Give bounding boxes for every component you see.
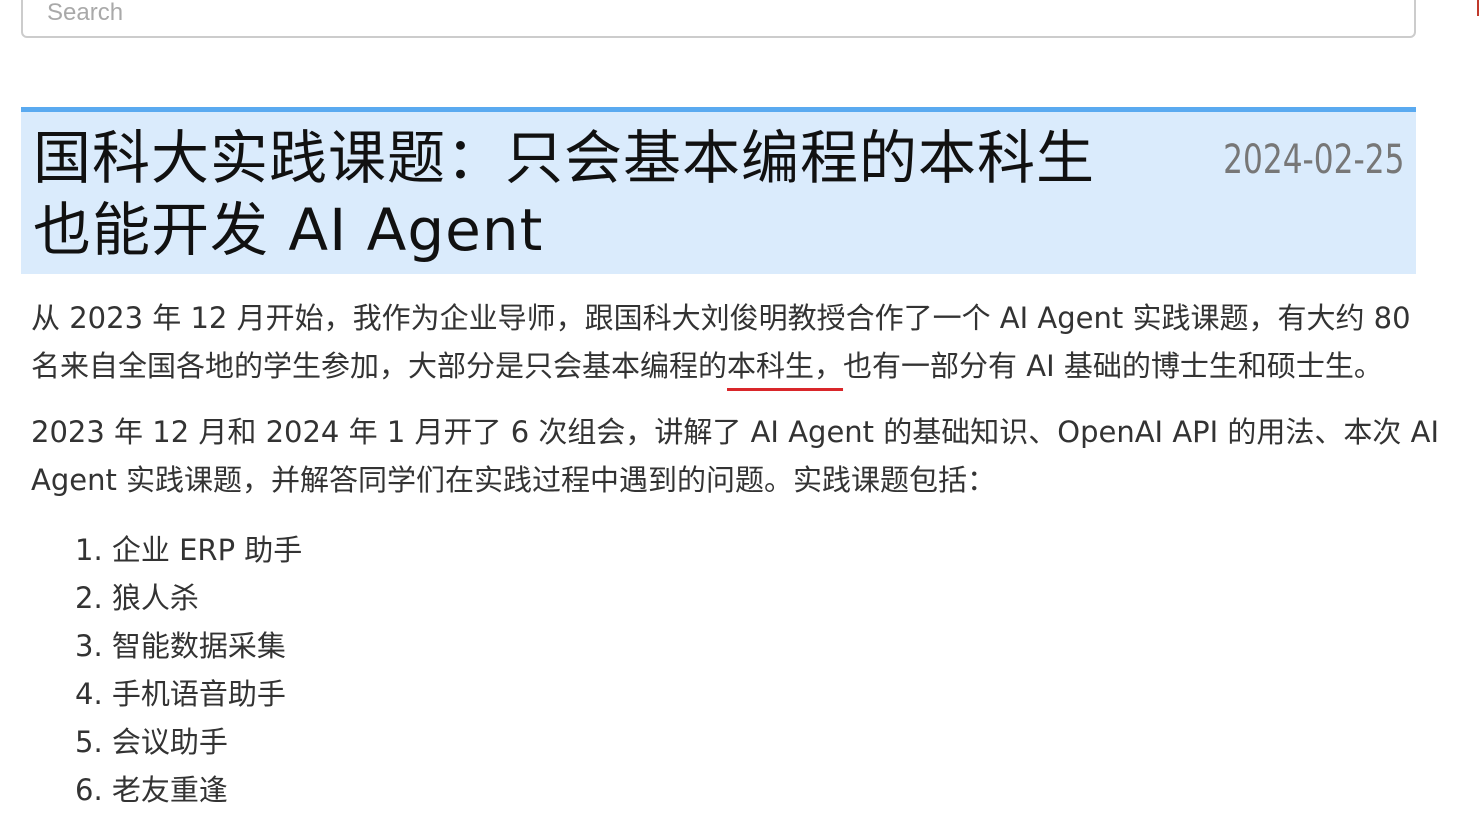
paragraph-intro: 从 2023 年 12 月开始，我作为企业导师，跟国科大刘俊明教授合作了一个 A… <box>31 294 1441 390</box>
paragraph-intro-rest: 也有一部分有 AI 基础的博士生和硕士生。 <box>843 349 1383 383</box>
edge-marker <box>1477 0 1479 16</box>
list-item: 3. 智能数据采集 <box>75 629 286 663</box>
search-input[interactable] <box>21 0 1416 38</box>
list-item: 1. 企业 ERP 助手 <box>75 533 303 567</box>
post-content: 从 2023 年 12 月开始，我作为企业导师，跟国科大刘俊明教授合作了一个 A… <box>31 294 1441 814</box>
list-item: 2. 狼人杀 <box>75 581 199 615</box>
post-date: 2024-02-25 <box>1222 137 1404 183</box>
post-header: 国科大实践课题：只会基本编程的本科生也能开发 AI Agent 2024-02-… <box>21 107 1416 274</box>
highlighted-text: 本科生， <box>727 349 844 383</box>
list-item: 5. 会议助手 <box>75 725 228 759</box>
post-title: 国科大实践课题：只会基本编程的本科生也能开发 AI Agent <box>33 124 1096 264</box>
paragraph-meetings: 2023 年 12 月和 2024 年 1 月开了 6 次组会，讲解了 AI A… <box>31 415 1440 497</box>
list-item: 6. 老友重逢 <box>75 773 228 807</box>
list-item: 4. 手机语音助手 <box>75 677 286 711</box>
topic-list: 1. 企业 ERP 助手 2. 狼人杀 3. 智能数据采集 4. 手机语音助手 … <box>31 526 1441 814</box>
